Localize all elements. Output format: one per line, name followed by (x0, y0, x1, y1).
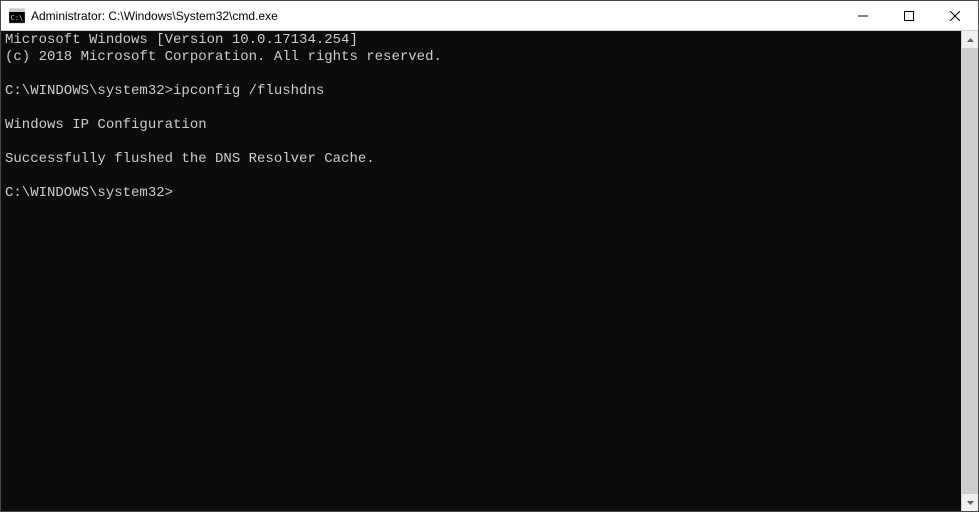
svg-text:C:\: C:\ (11, 14, 24, 22)
scroll-down-button[interactable] (962, 494, 978, 511)
maximize-button[interactable] (886, 1, 932, 30)
maximize-icon (904, 11, 914, 21)
terminal-line (5, 100, 961, 117)
scroll-thumb[interactable] (962, 48, 978, 494)
terminal-line: C:\WINDOWS\system32> (5, 185, 961, 202)
client-area: Microsoft Windows [Version 10.0.17134.25… (1, 31, 978, 511)
terminal-line: C:\WINDOWS\system32>ipconfig /flushdns (5, 83, 961, 100)
terminal-line: Successfully flushed the DNS Resolver Ca… (5, 151, 961, 168)
titlebar[interactable]: C:\ Administrator: C:\Windows\System32\c… (1, 1, 978, 31)
chevron-up-icon (967, 38, 974, 42)
terminal-line (5, 168, 961, 185)
cmd-window: C:\ Administrator: C:\Windows\System32\c… (0, 0, 979, 512)
terminal-line: Windows IP Configuration (5, 117, 961, 134)
close-icon (950, 11, 960, 21)
scroll-track[interactable] (962, 48, 978, 494)
terminal-line: Microsoft Windows [Version 10.0.17134.25… (5, 32, 961, 49)
scroll-up-button[interactable] (962, 31, 978, 48)
vertical-scrollbar[interactable] (961, 31, 978, 511)
minimize-button[interactable] (840, 1, 886, 30)
chevron-down-icon (967, 501, 974, 505)
terminal-line: (c) 2018 Microsoft Corporation. All righ… (5, 49, 961, 66)
terminal-line (5, 134, 961, 151)
window-controls (840, 1, 978, 30)
window-title: Administrator: C:\Windows\System32\cmd.e… (31, 9, 840, 23)
terminal-line (5, 66, 961, 83)
cmd-icon: C:\ (9, 8, 25, 24)
minimize-icon (858, 11, 868, 21)
terminal-output[interactable]: Microsoft Windows [Version 10.0.17134.25… (1, 31, 961, 511)
close-button[interactable] (932, 1, 978, 30)
